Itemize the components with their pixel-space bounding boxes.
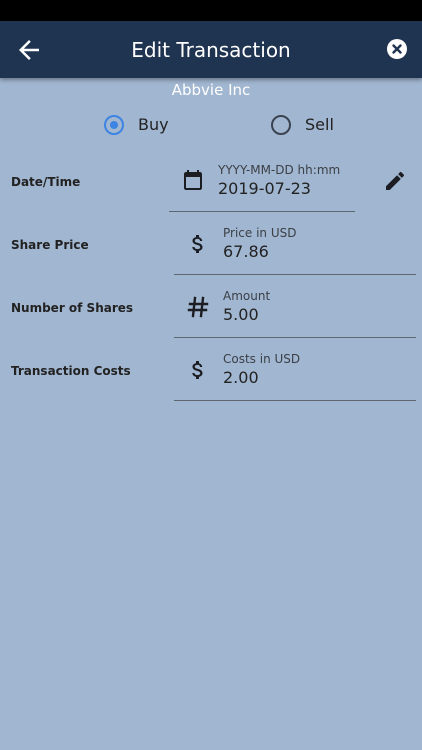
- app-bar: Edit Transaction: [0, 21, 422, 78]
- date-time-hint: YYYY-MM-DD hh:mm: [218, 163, 341, 177]
- edit-date-button[interactable]: [383, 169, 407, 193]
- share-price-label: Share Price: [11, 238, 89, 252]
- transaction-costs-hint: Costs in USD: [223, 352, 301, 366]
- date-time-underline: [169, 211, 355, 212]
- status-bar: [0, 0, 422, 21]
- number-of-shares-underline: [174, 337, 416, 338]
- number-of-shares-hint: Amount: [223, 289, 271, 303]
- transaction-costs-underline: [174, 400, 416, 401]
- number-of-shares-value: 5.00: [223, 305, 259, 324]
- date-time-value: 2019-07-23: [218, 179, 311, 198]
- sell-label: Sell: [305, 115, 334, 134]
- radio-unselected-icon: [271, 115, 291, 135]
- date-time-label: Date/Time: [11, 175, 81, 189]
- share-price-hint: Price in USD: [223, 226, 297, 240]
- transaction-costs-label: Transaction Costs: [11, 364, 131, 378]
- share-price-underline: [174, 274, 416, 275]
- share-price-value: 67.86: [223, 242, 269, 261]
- buy-label: Buy: [138, 115, 169, 134]
- number-of-shares-field[interactable]: [174, 284, 416, 338]
- page-title: Edit Transaction: [131, 38, 291, 62]
- company-name: Abbvie Inc: [171, 81, 251, 99]
- radio-selected-icon: [104, 115, 124, 135]
- number-of-shares-label: Number of Shares: [11, 301, 134, 315]
- close-button[interactable]: [387, 39, 407, 59]
- close-circle-icon: [392, 44, 402, 54]
- transaction-costs-value: 2.00: [223, 368, 259, 387]
- pencil-icon: [386, 171, 405, 190]
